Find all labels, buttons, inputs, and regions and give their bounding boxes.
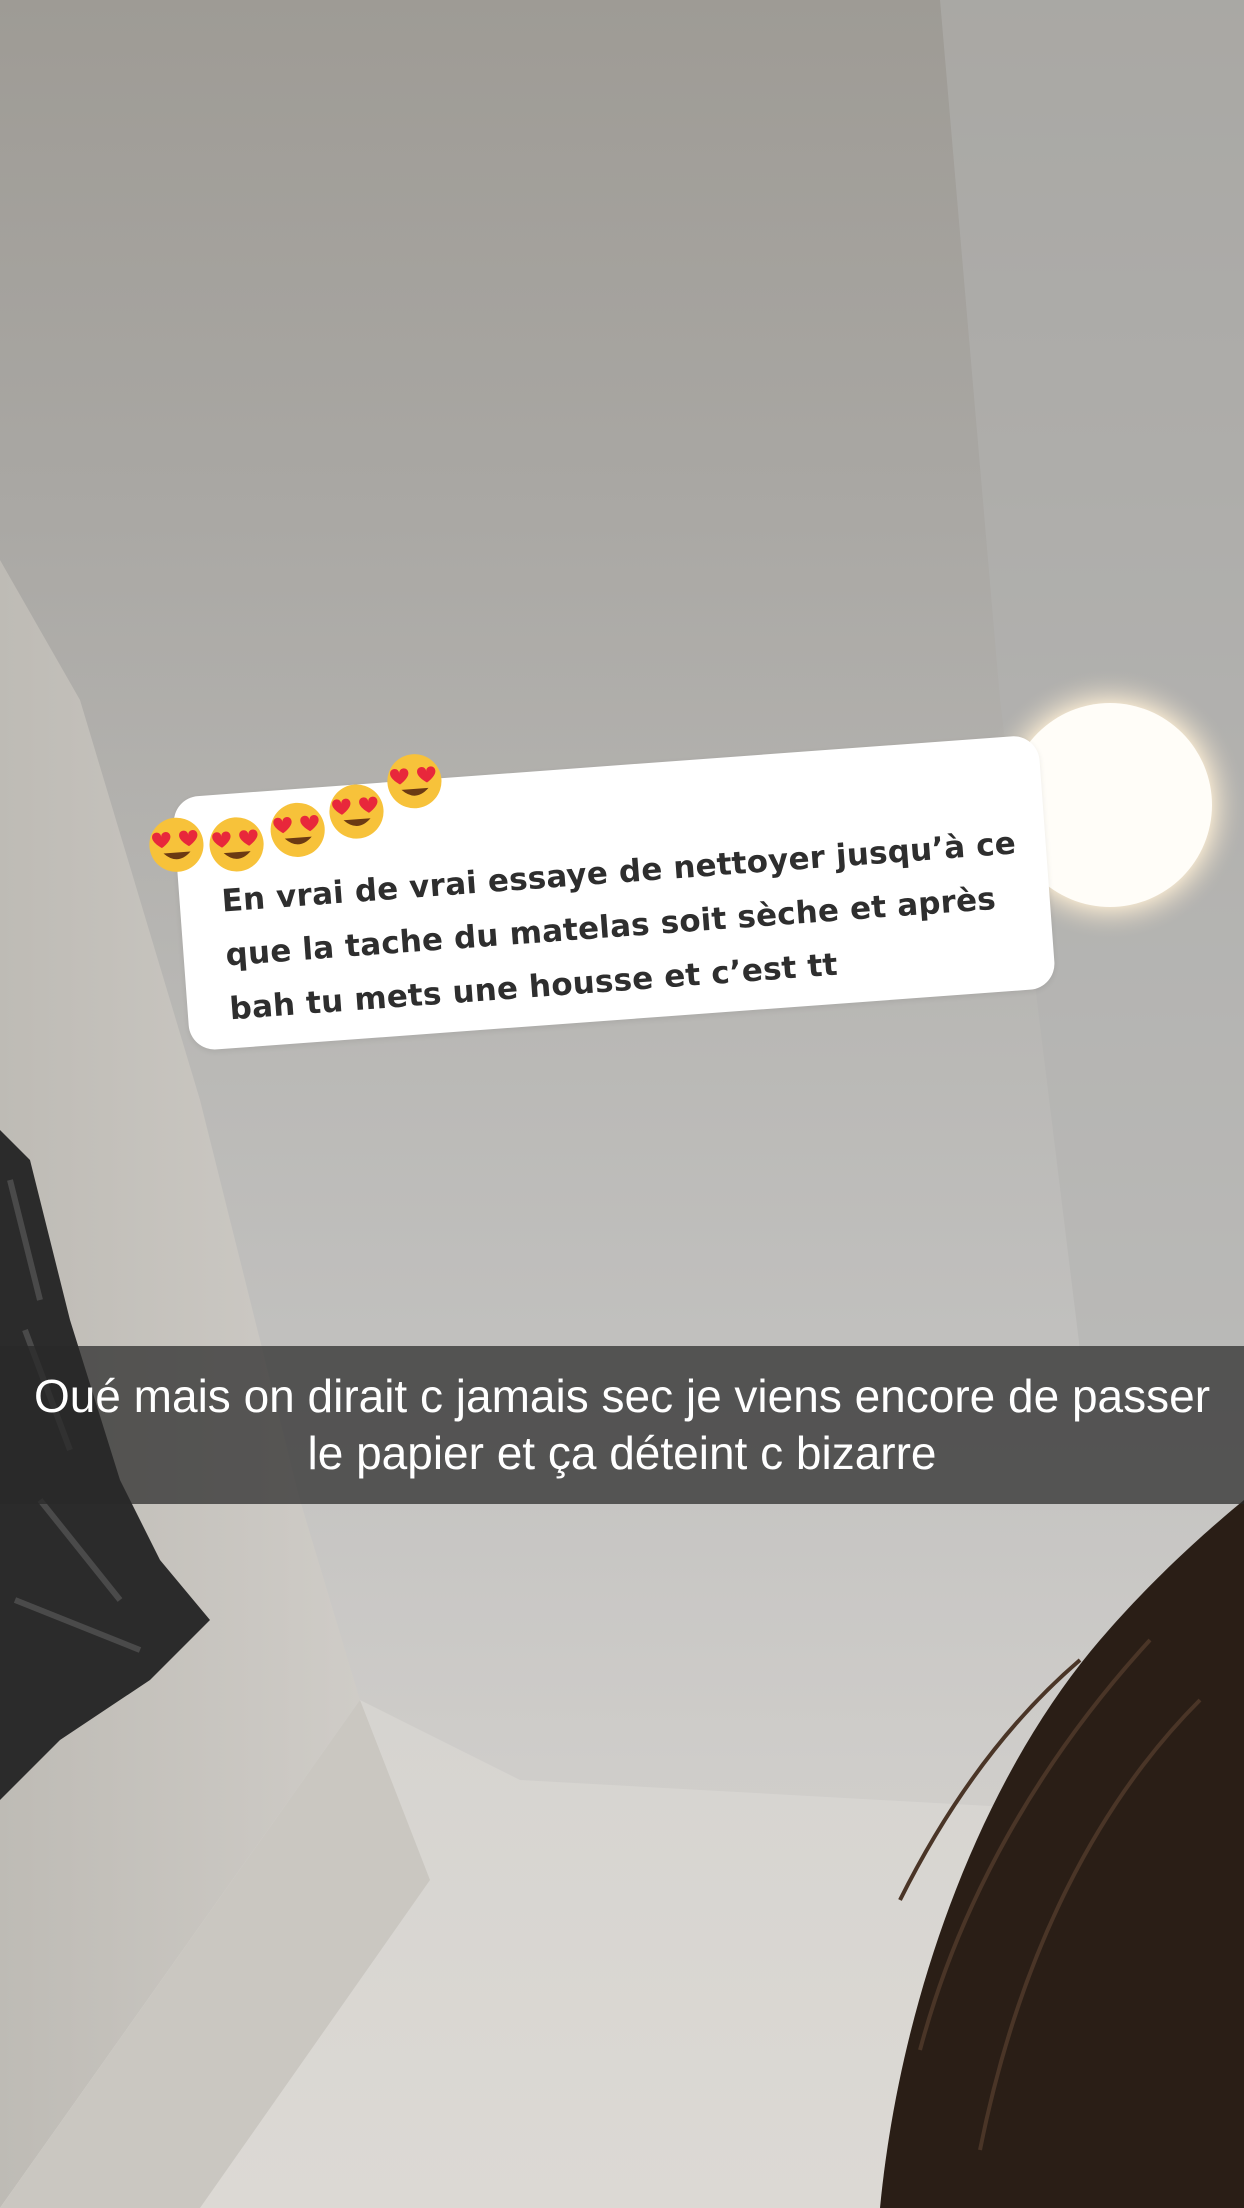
heart-eyes-emoji-2 [209, 817, 264, 872]
heart-eyes-emoji-5 [387, 754, 442, 809]
heart-eyes-emoji-4 [329, 784, 384, 839]
heart-eyes-emoji-3 [270, 802, 325, 857]
caption-bar[interactable]: Oué mais on dirait c jamais sec je viens… [0, 1346, 1244, 1504]
ceiling-photo [0, 0, 1244, 2208]
photo-background [0, 0, 1244, 2208]
heart-eyes-emoji-1 [149, 817, 204, 872]
caption-text: Oué mais on dirait c jamais sec je viens… [33, 1370, 1211, 1479]
